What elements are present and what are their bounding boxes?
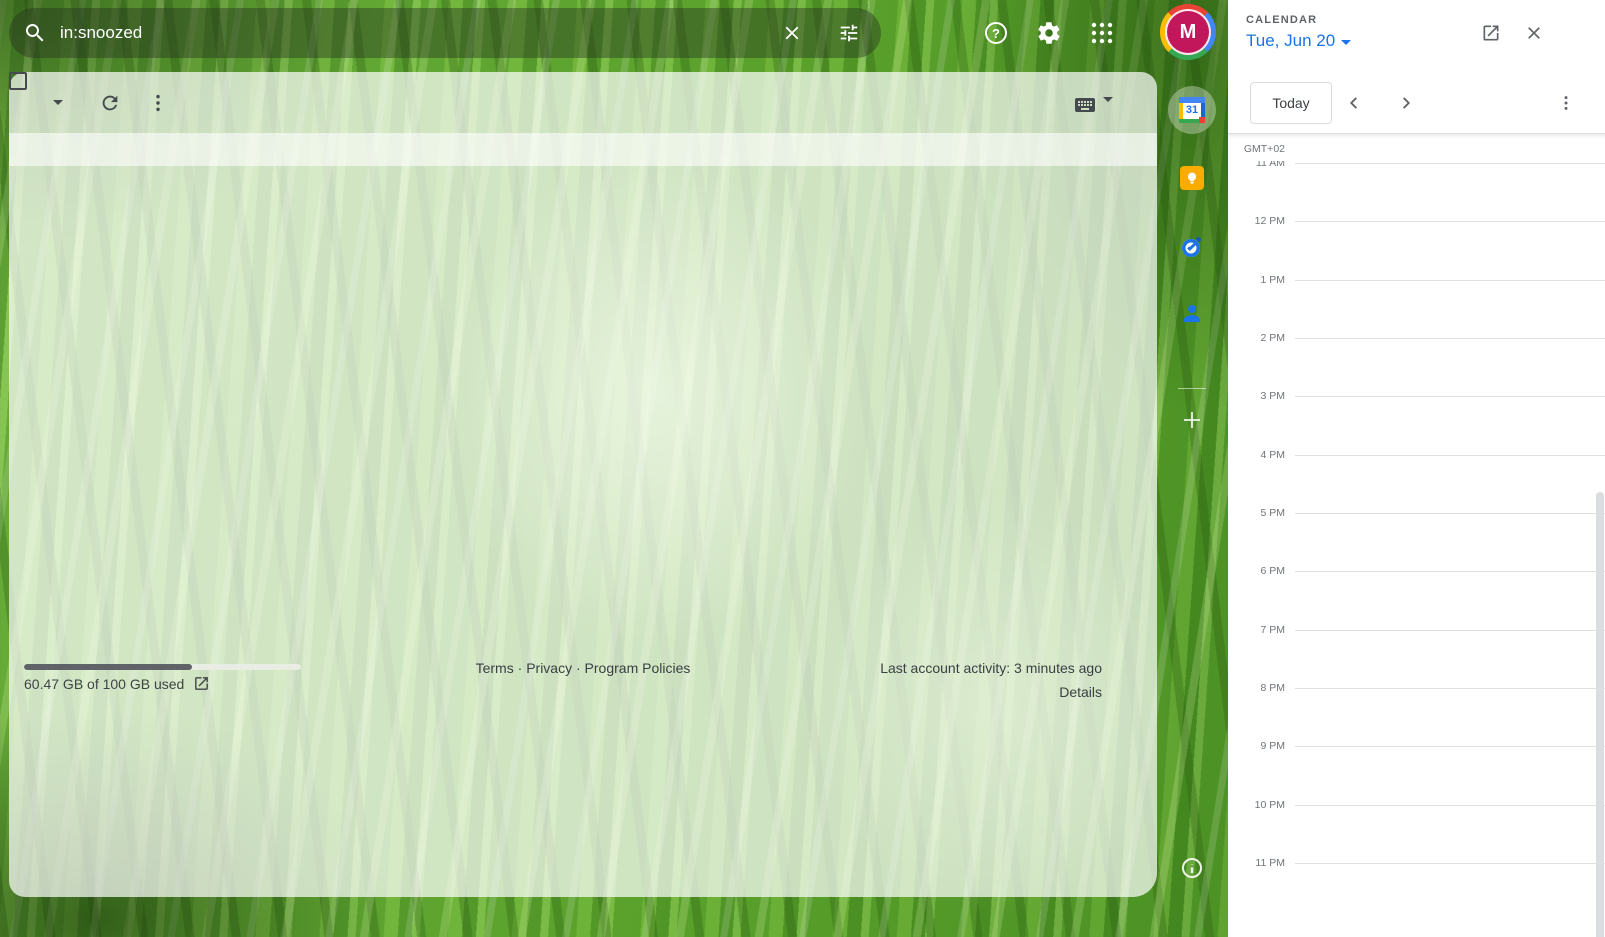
hour-gridline: [1295, 571, 1605, 572]
search-input[interactable]: [60, 23, 781, 43]
hour-row[interactable]: 3 PM: [1228, 396, 1605, 454]
rail-divider: [1178, 388, 1206, 389]
hour-label: 2 PM: [1260, 331, 1285, 345]
manage-storage-open-icon[interactable]: [193, 675, 210, 692]
rail-tasks-button[interactable]: [1168, 223, 1216, 271]
hour-row[interactable]: 12 PM: [1228, 221, 1605, 279]
next-day-icon[interactable]: [1395, 91, 1419, 115]
hour-row[interactable]: 2 PM: [1228, 338, 1605, 396]
panel-menu-icon[interactable]: [1556, 91, 1580, 115]
hour-label: 4 PM: [1260, 448, 1285, 462]
clear-search-icon[interactable]: [781, 21, 805, 45]
hour-label: 12 PM: [1255, 214, 1285, 228]
hour-row[interactable]: 7 PM: [1228, 630, 1605, 688]
hour-row[interactable]: 6 PM: [1228, 571, 1605, 629]
hour-gridline: [1295, 513, 1605, 514]
hour-gridline: [1295, 688, 1605, 689]
google-calendar-icon: 31: [1179, 97, 1205, 123]
hour-label: 7 PM: [1260, 623, 1285, 637]
account-avatar[interactable]: M: [1160, 4, 1216, 60]
help-glyph: ?: [992, 26, 1000, 41]
rail-add-addons-button[interactable]: [1168, 396, 1216, 444]
help-button[interactable]: ?: [976, 13, 1016, 53]
hour-label: 5 PM: [1260, 506, 1285, 520]
calendar-icon-day: 31: [1179, 103, 1205, 119]
today-button[interactable]: Today: [1250, 82, 1332, 124]
hour-gridline: [1295, 163, 1605, 164]
storage-text: 60.47 GB of 100 GB used: [24, 676, 184, 692]
avatar-initial: M: [1165, 9, 1211, 55]
rail-keep-button[interactable]: [1168, 154, 1216, 202]
hour-gridline: [1295, 338, 1605, 339]
hour-gridline: [1295, 396, 1605, 397]
hour-gridline: [1295, 455, 1605, 456]
hour-rows: 11 AM 12 PM 1 PM 2 PM 3 PM 4 PM 5 PM: [1228, 163, 1605, 921]
hour-row[interactable]: 10 PM: [1228, 805, 1605, 863]
close-icon[interactable]: [1524, 21, 1548, 45]
hour-gridline: [1295, 630, 1605, 631]
hour-label: 10 PM: [1255, 798, 1285, 812]
timezone-label: GMT+02: [1244, 143, 1285, 155]
hour-row[interactable]: 8 PM: [1228, 688, 1605, 746]
input-tools-keyboard-icon[interactable]: [1073, 93, 1097, 117]
date-selector[interactable]: Tue, Jun 20: [1246, 31, 1351, 51]
hour-label: 11 PM: [1255, 856, 1285, 870]
panel-title: CALENDAR: [1246, 14, 1317, 26]
mail-content-card: 60.47 GB of 100 GB used TermsPrivacyProg…: [9, 72, 1157, 897]
hour-gridline: [1295, 805, 1605, 806]
select-dropdown-icon[interactable]: [53, 100, 63, 105]
chevron-down-icon: [1341, 40, 1351, 45]
date-label: Tue, Jun 20: [1246, 31, 1335, 51]
hour-label: 9 PM: [1260, 739, 1285, 753]
refresh-icon[interactable]: [99, 92, 121, 114]
input-tools-dropdown-icon[interactable]: [1103, 102, 1113, 117]
hour-row[interactable]: 4 PM: [1228, 455, 1605, 513]
info-icon: [1180, 856, 1204, 880]
hour-label: 1 PM: [1260, 273, 1285, 287]
search-icon[interactable]: [23, 21, 47, 45]
day-grid: GMT+02 11 AM 12 PM 1 PM 2 PM 3 PM 4 PM: [1228, 134, 1605, 937]
hour-label: 8 PM: [1260, 681, 1285, 695]
footer-link[interactable]: Terms: [476, 660, 514, 676]
google-contacts-icon: [1180, 301, 1204, 325]
hour-row[interactable]: 1 PM: [1228, 280, 1605, 338]
open-in-new-icon[interactable]: [1481, 21, 1505, 45]
details-link[interactable]: Details: [1059, 684, 1102, 700]
hour-gridline: [1295, 280, 1605, 281]
hour-row[interactable]: 11 AM: [1228, 163, 1605, 221]
plus-icon: [1180, 408, 1204, 432]
hour-gridline: [1295, 863, 1605, 864]
google-keep-icon: [1180, 166, 1204, 190]
hour-gridline: [1295, 746, 1605, 747]
apps-grid-icon[interactable]: [1082, 13, 1122, 53]
select-all-checkbox[interactable]: [9, 72, 27, 90]
search-options-icon[interactable]: [838, 21, 862, 45]
footer-link[interactable]: Program Policies: [572, 660, 690, 676]
rail-contacts-button[interactable]: [1168, 289, 1216, 337]
previous-day-icon[interactable]: [1343, 91, 1367, 115]
more-options-icon[interactable]: [147, 92, 169, 114]
footer-link[interactable]: Privacy: [514, 660, 572, 676]
settings-gear-icon[interactable]: [1029, 13, 1069, 53]
hour-gridline: [1295, 221, 1605, 222]
last-activity-text: Last account activity: 3 minutes ago: [880, 660, 1102, 676]
rail-info-button[interactable]: [1168, 844, 1216, 892]
hour-label: 3 PM: [1260, 389, 1285, 403]
hour-row[interactable]: 5 PM: [1228, 513, 1605, 571]
gmt-header: GMT+02: [1228, 134, 1605, 161]
calendar-side-panel: CALENDAR Tue, Jun 20 Today GMT+02 11 AM …: [1228, 0, 1605, 937]
hour-row[interactable]: 11 PM: [1228, 863, 1605, 921]
rail-calendar-button[interactable]: 31: [1168, 86, 1216, 134]
hour-row[interactable]: 9 PM: [1228, 746, 1605, 804]
gmail-app: { "header": { "search_value": "in:snooze…: [0, 0, 1605, 937]
hour-label: 6 PM: [1260, 564, 1285, 578]
google-tasks-icon: [1179, 234, 1205, 260]
empty-list-row: [9, 133, 1157, 166]
search-bar[interactable]: [9, 8, 881, 58]
